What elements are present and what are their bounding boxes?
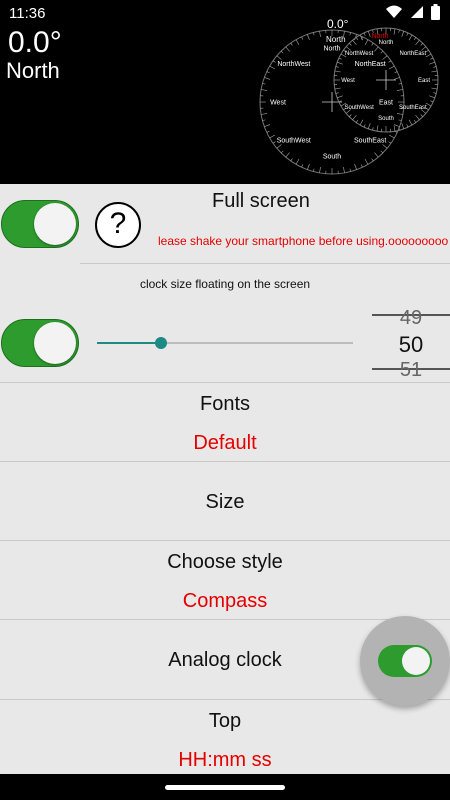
- floating-clock-button[interactable]: [360, 616, 450, 706]
- style-value: Compass: [182, 590, 268, 612]
- compass-label: NorthEast: [355, 61, 386, 68]
- compass-label: West: [341, 78, 355, 84]
- compass-label: NorthWest: [277, 61, 310, 68]
- compass-label: NorthEast: [400, 51, 427, 57]
- compass-label: East: [379, 99, 393, 106]
- full-screen-row: ? Full screen lease shake your smartphon…: [0, 184, 450, 264]
- compass-label: West: [270, 99, 286, 106]
- picker-prev-value: 49: [399, 307, 423, 325]
- fonts-label: Fonts: [199, 393, 251, 415]
- full-screen-toggle[interactable]: [1, 200, 79, 248]
- home-handle[interactable]: [165, 785, 285, 790]
- style-label: Choose style: [167, 551, 283, 573]
- compass-label: North: [323, 45, 340, 52]
- status-time: 11:36: [9, 5, 46, 22]
- clock-size-toggle[interactable]: [1, 319, 79, 367]
- compass-label: South: [323, 153, 341, 160]
- north-marker-label: North: [371, 33, 388, 40]
- clock-size-label: clock size floating on the screen: [139, 277, 311, 291]
- heading-degree: 0.0°: [8, 26, 62, 59]
- clock-size-slider-fill: [97, 342, 161, 344]
- full-screen-label: Full screen: [212, 190, 310, 212]
- fonts-value: Default: [193, 432, 257, 454]
- compass-header: 11:36 0.0° North North NorthEast East South…: [0, 0, 450, 184]
- compass-dial: North NorthEast East SouthEast South SouthWes…: [250, 14, 450, 184]
- outer-dial: NorthNorthEastEastSouthEastSouthSouthWes…: [259, 29, 405, 175]
- size-label: Size: [205, 491, 245, 513]
- compass-label: SouthEast: [354, 138, 386, 145]
- size-row[interactable]: Size: [0, 461, 450, 540]
- clock-size-picker[interactable]: 49 50 51: [372, 300, 450, 384]
- heading-direction: North: [6, 58, 60, 83]
- compass-label: North: [379, 40, 394, 46]
- shake-hint: lease shake your smartphone before using…: [158, 234, 449, 248]
- floating-clock-toggle[interactable]: [378, 645, 432, 677]
- top-value: HH:mm ss: [178, 749, 272, 771]
- picker-current-value: 50: [398, 332, 424, 357]
- compass-dial-svg: NorthNorthEastEastSouthEastSouthSouthWes…: [259, 17, 439, 175]
- compass-label: SouthEast: [399, 105, 427, 111]
- top-label: Top: [208, 710, 242, 732]
- help-icon[interactable]: ?: [95, 202, 141, 248]
- compass-label: NorthWest: [345, 51, 374, 57]
- compass-label: SouthWest: [345, 105, 375, 111]
- fonts-row[interactable]: Fonts Default: [0, 382, 450, 461]
- clock-size-slider-thumb[interactable]: [155, 337, 167, 349]
- small-degree: 0.0°: [327, 17, 349, 31]
- top-row[interactable]: Top HH:mm ss: [0, 699, 450, 774]
- compass-label: SouthWest: [277, 138, 311, 145]
- small-direction: North: [326, 35, 346, 44]
- picker-next-value: 51: [399, 359, 423, 381]
- app-screen: 11:36 0.0° North North NorthEast East South…: [0, 0, 450, 800]
- compass-label: South: [378, 116, 394, 122]
- inner-dial: NorthNorthEastEastSouthEastSouthSouthWes…: [333, 27, 439, 133]
- compass-label: East: [418, 78, 430, 84]
- style-row[interactable]: Choose style Compass: [0, 540, 450, 619]
